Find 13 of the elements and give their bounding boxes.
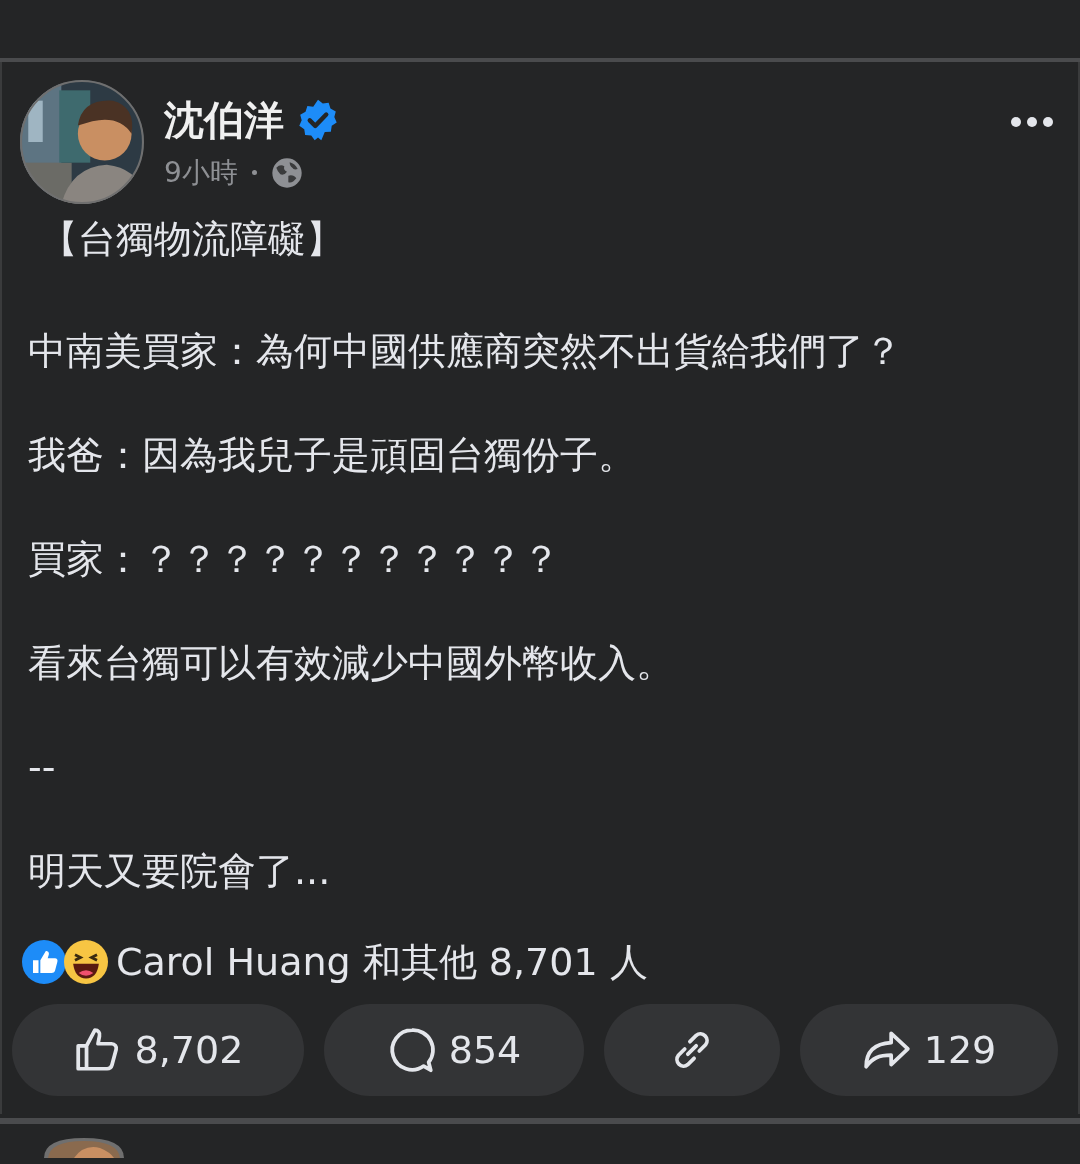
post-text: 中南美買家：為何中國供應商突然不出貨給我們了？ (28, 328, 903, 375)
post-text: -- (28, 744, 57, 791)
post-text: 【台獨物流障礙】 (40, 216, 345, 263)
reactions-summary[interactable]: Carol Huang 和其他 8,701 人 (116, 936, 648, 988)
like-button[interactable]: 8,702 (12, 1004, 304, 1096)
post-time[interactable]: 9小時 (164, 153, 238, 192)
post-text: 買家：？？？？？？？？？？？ (28, 536, 561, 583)
author-name[interactable]: 沈伯洋 (164, 92, 284, 148)
post-text: 看來台獨可以有效減少中國外幣收入。 (28, 640, 675, 687)
comment-button[interactable]: 854 (324, 1004, 584, 1096)
share-button[interactable]: 129 (800, 1004, 1058, 1096)
post-text: 我爸：因為我兒子是頑固台獨份子。 (28, 432, 637, 479)
post-text: 明天又要院會了... (28, 848, 332, 895)
